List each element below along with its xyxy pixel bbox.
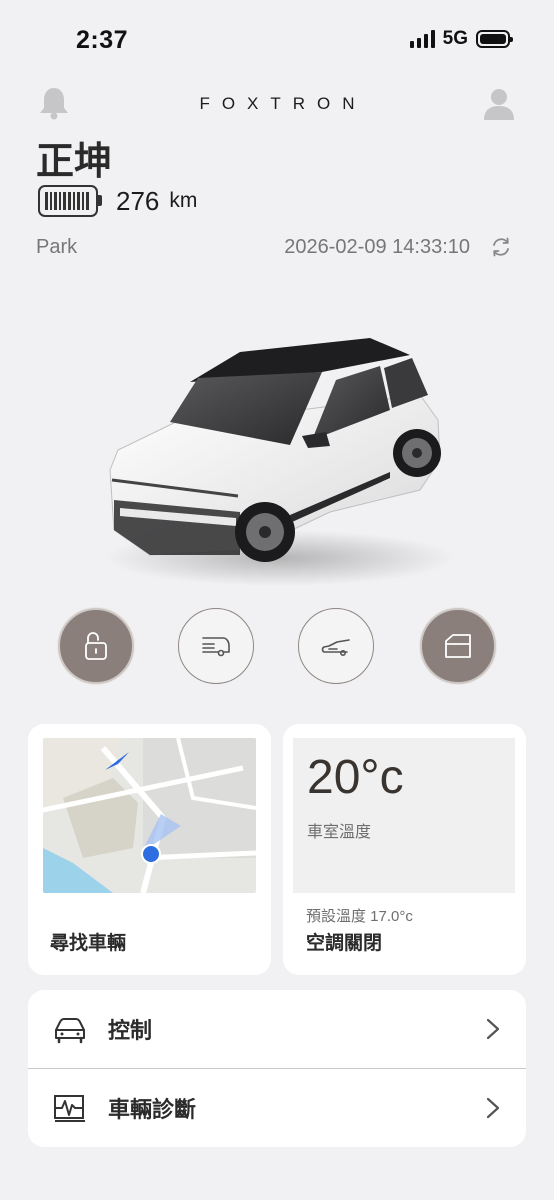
diagnostics-label: 車輛診斷 [108,1097,197,1122]
trunk-icon [202,637,230,657]
range-indicator: 276 km [38,185,197,217]
frunk-icon [321,639,350,656]
window-icon [445,634,471,658]
cabin-temperature-label: 車室溫度 [307,824,372,841]
frunk-button[interactable] [298,608,374,684]
climate-card[interactable]: 20°c 車室溫度 預設溫度 17.0°c 空調關閉 [283,724,526,975]
last-update-time: 2026-02-09 14:33:10 [284,236,470,258]
user-profile-icon[interactable] [484,88,514,120]
status-time: 2:37 [76,26,129,54]
diagnostics-menu-item[interactable]: 車輛診斷 [28,1069,526,1147]
refresh-icon[interactable] [490,236,512,258]
unlocked-padlock-icon [85,632,107,660]
range-value: 276 [116,185,160,216]
trunk-button[interactable] [178,608,254,684]
battery-status-icon [476,30,513,48]
preset-temperature: 預設溫度 17.0°c [306,908,413,925]
vehicle-name: 正坤 [36,141,113,183]
control-menu-item[interactable]: 控制 [28,990,526,1068]
find-car-label: 尋找車輛 [50,933,127,954]
ac-status: 空調關閉 [306,933,383,954]
window-button[interactable] [420,608,496,684]
diagnostics-icon [54,1095,85,1122]
gear-status: Park [36,236,78,258]
signal-icon [409,30,435,48]
cabin-temperature: 20°c [307,751,404,804]
network-type: 5G [442,28,468,49]
chevron-right-icon [486,1097,500,1119]
brand-logo: FOXTRON [199,94,367,113]
find-car-card[interactable]: 尋找車輛 [28,724,271,975]
battery-level-icon [38,185,102,217]
car-icon [55,1018,85,1044]
control-label: 控制 [108,1018,153,1043]
menu-card: 控制 車輛診斷 [28,990,526,1147]
range-unit: km [169,189,198,212]
unlock-button[interactable] [58,608,134,684]
chevron-right-icon [486,1018,500,1040]
vehicle-image [105,338,455,586]
status-indicators: 5G [409,28,513,50]
location-map[interactable] [43,738,256,893]
